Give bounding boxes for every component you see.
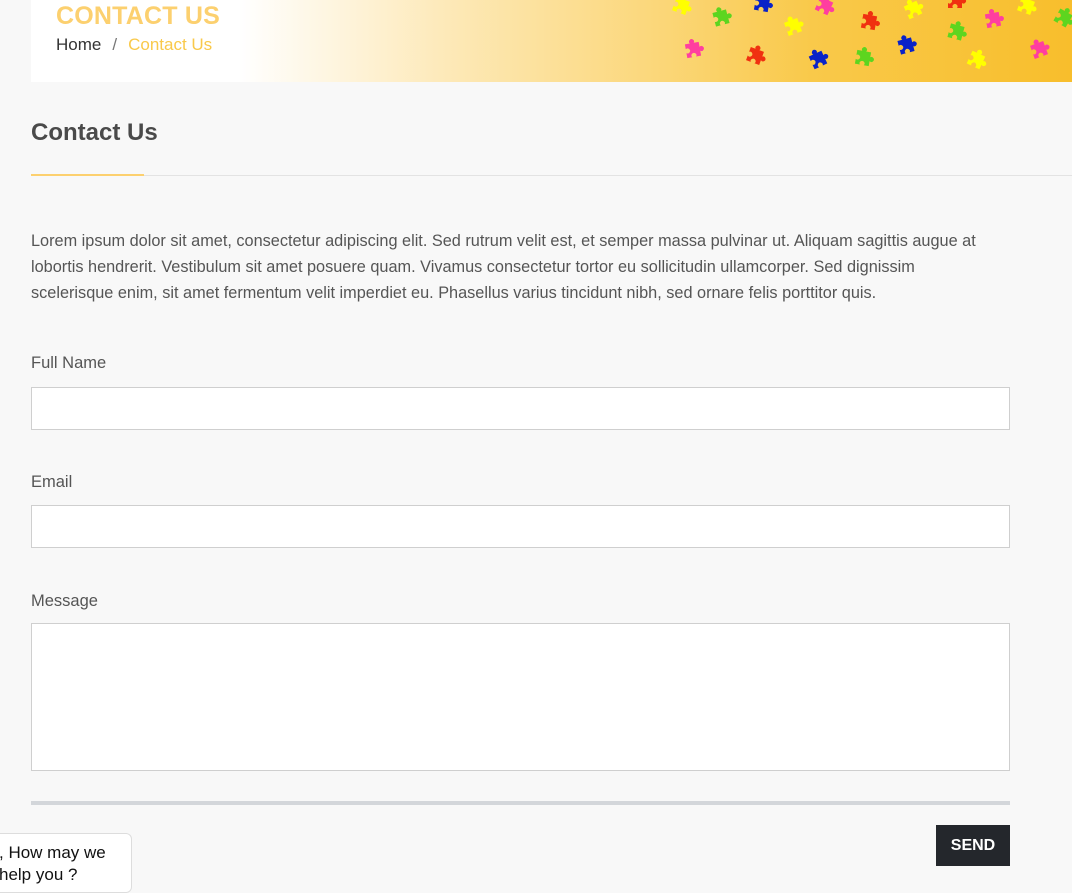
puzzle-piece xyxy=(902,0,926,20)
chat-prompt-line-1: , How may we xyxy=(0,843,106,862)
puzzle-piece xyxy=(807,45,831,70)
message-textarea[interactable] xyxy=(31,623,1010,771)
banner-title: CONTACT US xyxy=(56,2,221,30)
puzzle-piece xyxy=(896,32,919,55)
puzzle-piece xyxy=(746,43,770,67)
puzzle-piece xyxy=(711,4,734,27)
heading-accent-underline xyxy=(31,174,144,176)
puzzle-piece xyxy=(948,0,966,9)
form-divider xyxy=(31,801,1010,805)
puzzle-piece xyxy=(1017,0,1041,17)
send-button[interactable]: SEND xyxy=(936,825,1010,866)
puzzle-piece xyxy=(966,47,991,71)
puzzle-piece xyxy=(814,0,839,17)
message-label: Message xyxy=(31,592,98,610)
puzzle-pieces xyxy=(672,0,1072,71)
puzzle-piece xyxy=(672,0,696,17)
puzzle-piece xyxy=(947,19,970,42)
puzzle-piece xyxy=(1053,4,1072,30)
puzzle-piece xyxy=(984,7,1006,29)
page-title: Contact Us xyxy=(31,119,158,146)
email-input[interactable] xyxy=(31,505,1010,548)
puzzle-piece xyxy=(1028,35,1052,59)
page-banner: CONTACT US Home / Contact Us xyxy=(31,0,1072,82)
puzzle-piece xyxy=(860,9,882,31)
puzzle-piece xyxy=(753,0,775,13)
breadcrumb: Home / Contact Us xyxy=(56,35,212,55)
heading-divider xyxy=(31,175,1072,176)
breadcrumb-current: Contact Us xyxy=(128,35,213,54)
chat-widget[interactable]: , How may we help you ? xyxy=(0,833,132,893)
email-label: Email xyxy=(31,473,73,491)
chat-prompt-line-2: help you ? xyxy=(0,865,78,884)
puzzle-piece xyxy=(684,37,706,59)
full-name-input[interactable] xyxy=(31,387,1010,430)
breadcrumb-separator: / xyxy=(112,35,118,54)
breadcrumb-home-link[interactable]: Home xyxy=(56,35,101,54)
puzzle-piece xyxy=(782,12,806,36)
intro-paragraph: Lorem ipsum dolor sit amet, consectetur … xyxy=(31,232,976,302)
full-name-label: Full Name xyxy=(31,354,107,372)
puzzle-piece xyxy=(854,45,876,67)
